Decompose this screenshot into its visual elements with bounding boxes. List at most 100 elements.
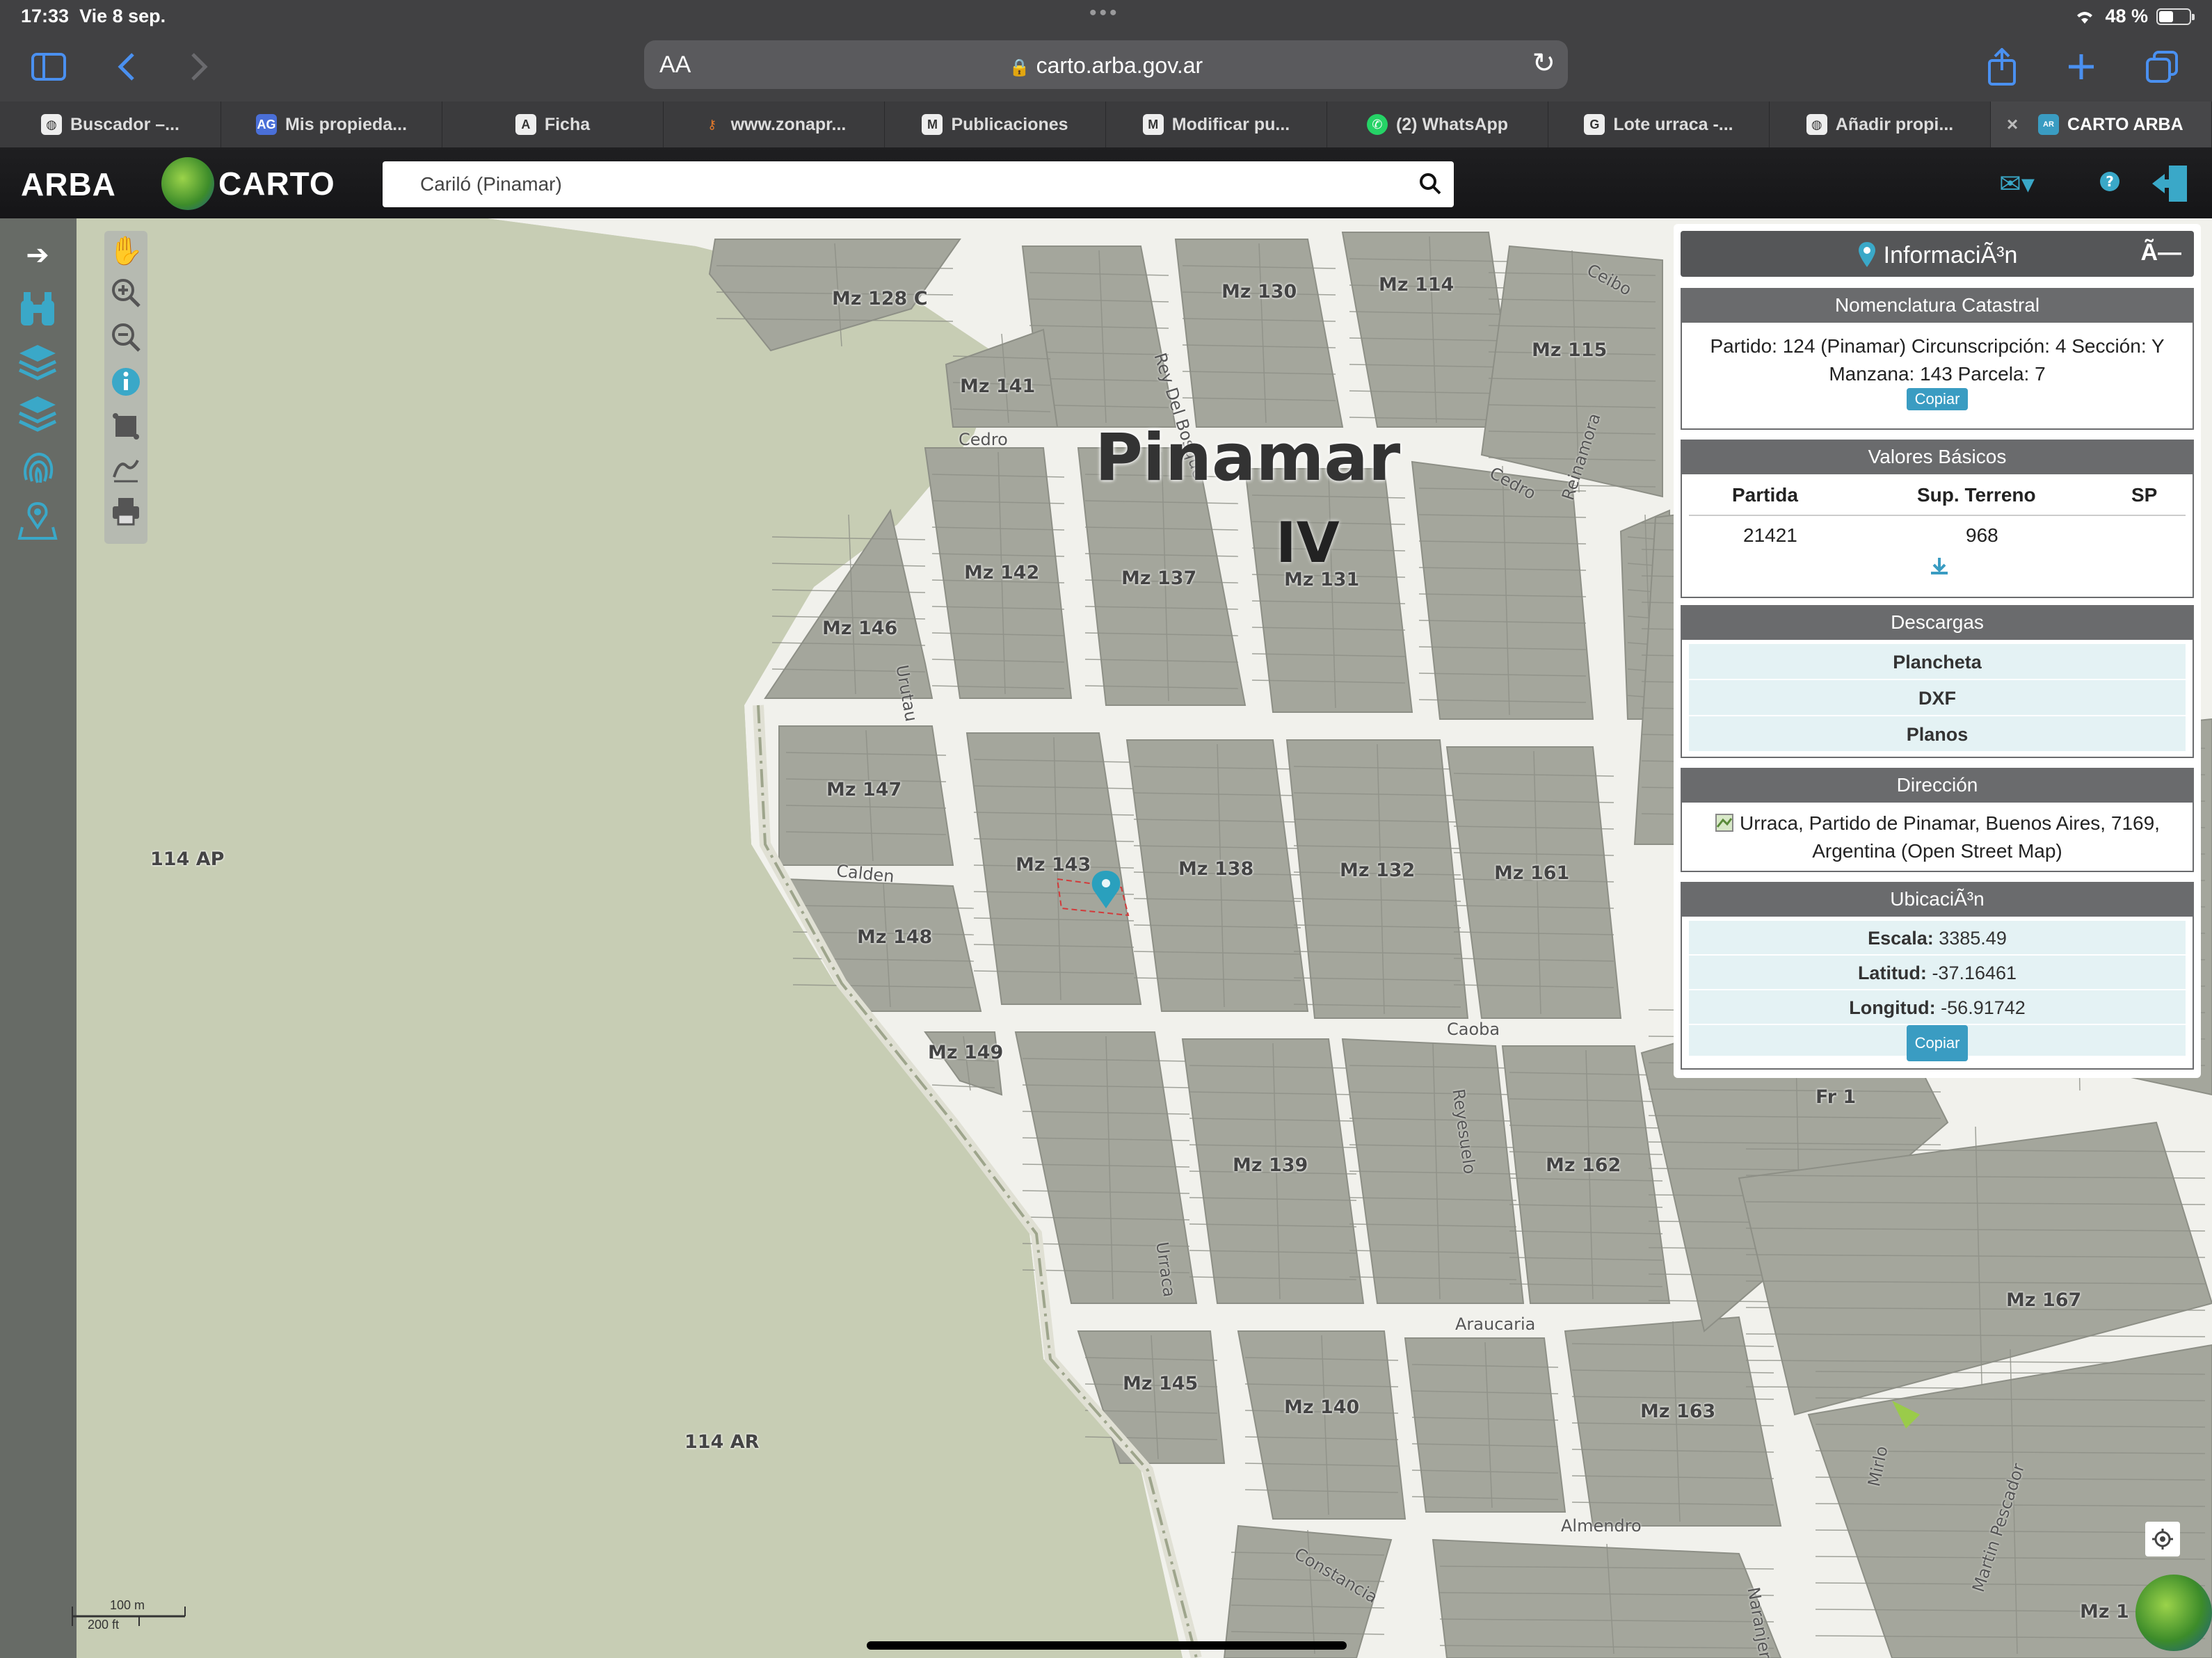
map-area[interactable]: Mz 128 C Mz 130 Mz 114 Mz 115 Mz 141 Mz 142 Mz…: [0, 218, 2212, 1658]
block-label: Mz 145: [1123, 1373, 1199, 1394]
left-tool-panel: ➔: [0, 218, 77, 1658]
tab-label: Modificar pu...: [1171, 114, 1290, 134]
map-block: [1404, 1337, 1566, 1513]
home-indicator[interactable]: [867, 1641, 1347, 1650]
binoculars-icon[interactable]: [15, 288, 60, 332]
logout-icon[interactable]: [2149, 163, 2191, 211]
longitud-value: -56.91742: [1941, 997, 2026, 1018]
download-icon[interactable]: [1930, 556, 1949, 576]
status-right: 48 %: [2073, 6, 2195, 27]
tab-label: (2) WhatsApp: [1395, 114, 1509, 134]
mail-dropdown-icon[interactable]: ✉▾: [1999, 168, 2035, 200]
tab-4[interactable]: M Publicaciones: [885, 102, 1106, 147]
reload-icon[interactable]: ↻: [1532, 47, 1555, 79]
fingerprint-icon[interactable]: [15, 446, 60, 491]
block-label: Mz 143: [1016, 854, 1091, 876]
carto-globe-icon: [161, 157, 214, 210]
block-label: Mz 149: [928, 1042, 1004, 1063]
ag-favicon-icon: AG: [255, 114, 277, 135]
ubicacion-body: Escala: 3385.49 Latitud: -37.16461 Longi…: [1681, 917, 2194, 1070]
download-dxf[interactable]: DXF: [1689, 680, 2186, 716]
tab-0[interactable]: ◍ Buscador –...: [0, 102, 221, 147]
search-input[interactable]: [420, 161, 1394, 207]
tab-3[interactable]: ⚷ www.zonapr...: [664, 102, 885, 147]
help-icon[interactable]: ?: [2099, 171, 2120, 198]
tab-active[interactable]: × AR CARTO ARBA: [1991, 102, 2212, 147]
tab-7[interactable]: G Lote urraca -...: [1548, 102, 1770, 147]
expand-arrow-icon[interactable]: ➔: [15, 239, 60, 284]
info-icon[interactable]: [109, 366, 143, 401]
tab-5[interactable]: M Modificar pu...: [1106, 102, 1327, 147]
measure-line-icon[interactable]: [109, 452, 143, 487]
block-label: Mz 139: [1233, 1154, 1308, 1176]
descargas-body: Plancheta DXF Planos: [1681, 640, 2194, 758]
search-icon[interactable]: [1418, 171, 1443, 196]
status-bar: 17:33 Vie 8 sep. ••• 48 %: [0, 0, 2212, 35]
locate-me-icon[interactable]: [2145, 1522, 2180, 1556]
download-plancheta[interactable]: Plancheta: [1689, 644, 2186, 680]
nomenclatura-line2: Manzana: 143 Parcela: 7: [1829, 363, 2046, 385]
tab-label: Añadir propi...: [1835, 114, 1954, 134]
nomenclatura-line1: Partido: 124 (Pinamar) Circunscripción: …: [1710, 335, 2165, 357]
tab-8[interactable]: ◍ Añadir propi...: [1770, 102, 1991, 147]
copy-nomenclatura-button[interactable]: Copiar: [1906, 388, 1969, 410]
share-icon[interactable]: [1981, 46, 2023, 88]
tabs-overview-icon[interactable]: [2141, 46, 2183, 88]
download-planos[interactable]: Planos: [1689, 716, 2186, 752]
measure-area-icon[interactable]: [109, 410, 143, 445]
direccion-line1: Urraca, Partido de Pinamar, Buenos Aires…: [1740, 812, 2160, 834]
ide-layers-icon[interactable]: [15, 394, 60, 438]
block-label: Mz 147: [826, 779, 902, 800]
info-title-bar: InformaciÃ³n Ã—: [1681, 231, 2194, 277]
descargas-heading: Descargas: [1681, 605, 2194, 640]
m-favicon-icon: M: [1142, 114, 1164, 135]
basemap-globe-icon[interactable]: [2135, 1575, 2212, 1651]
key-icon: ⚷: [707, 117, 717, 131]
multitask-dots-icon[interactable]: •••: [1089, 1, 1120, 25]
print-icon[interactable]: [109, 495, 143, 530]
battery-level: [2159, 10, 2174, 22]
url-bar[interactable]: AA 🔒 carto.arba.gov.ar ↻: [644, 40, 1568, 89]
longitud-label: Longitud:: [1849, 997, 1936, 1018]
globe-icon: ◍: [41, 114, 62, 135]
latitud-row: Latitud: -37.16461: [1689, 956, 2186, 990]
nomenclatura-heading: Nomenclatura Catastral: [1681, 288, 2194, 323]
a-favicon-icon: A: [515, 114, 536, 135]
map-location-icon[interactable]: [15, 499, 60, 544]
zoom-out-icon[interactable]: [109, 321, 143, 356]
carto-logo: CARTO: [161, 157, 335, 210]
back-icon[interactable]: [106, 46, 147, 88]
tab-strip: ◍ Buscador –... AG Mis propieda... A Ficha …: [0, 102, 2212, 147]
street-label: Araucaria: [1455, 1314, 1536, 1334]
wifi-icon: [2077, 11, 2093, 24]
tab-label: CARTO ARBA: [2067, 114, 2183, 134]
tab-2[interactable]: A Ficha: [442, 102, 664, 147]
sidebar-toggle-icon[interactable]: [28, 46, 70, 88]
escala-label: Escala:: [1868, 928, 1934, 949]
battery-icon: [2156, 8, 2195, 25]
layers-icon[interactable]: [15, 341, 60, 385]
close-tab-icon[interactable]: ×: [2003, 115, 2021, 134]
info-close-button[interactable]: Ã—: [2140, 239, 2181, 266]
app-header: ARBA CARTO ✉▾ ?: [0, 147, 2212, 218]
forward-icon[interactable]: [178, 46, 220, 88]
street-label: Cedro: [959, 430, 1008, 449]
search-box: [383, 161, 1454, 207]
partida-value: 21421: [1743, 524, 1797, 546]
pan-hand-icon[interactable]: ✋: [109, 234, 143, 268]
sup-terreno-value: 968: [1966, 524, 1998, 546]
col-partida: Partida: [1732, 484, 1798, 506]
direccion-line2: Argentina (Open Street Map): [1812, 840, 2062, 862]
block-label: Mz 141: [960, 376, 1036, 397]
scale-metric: 100 m: [110, 1598, 145, 1612]
new-tab-icon[interactable]: [2060, 46, 2102, 88]
zoom-in-icon[interactable]: [109, 277, 143, 312]
copy-coordinates-button[interactable]: Copiar: [1906, 1025, 1969, 1061]
tab-6[interactable]: ✆ (2) WhatsApp: [1327, 102, 1548, 147]
tab-1[interactable]: AG Mis propieda...: [221, 102, 442, 147]
carto-logo-text: CARTO: [218, 166, 335, 202]
url-text[interactable]: 🔒 carto.arba.gov.ar: [644, 53, 1568, 79]
block-label: Mz 140: [1284, 1397, 1360, 1418]
tab-label: Publicaciones: [951, 114, 1068, 134]
block-label: Mz 1: [2080, 1601, 2129, 1623]
